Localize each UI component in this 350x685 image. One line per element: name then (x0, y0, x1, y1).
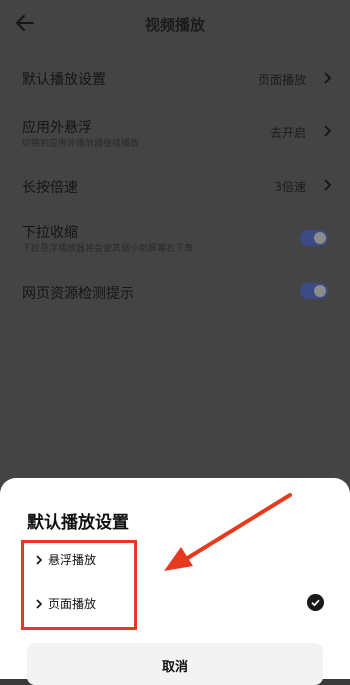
cancel-label: 取消 (161, 660, 188, 675)
page-title: 视频播放 (144, 16, 205, 34)
setting-title: 默认播放设置 (22, 72, 106, 88)
chevron-right-icon (324, 72, 332, 84)
setting-web-resource-detection: 网页资源检测提示 (0, 278, 350, 308)
setting-pull-down-shrink: 下拉收缩 下拉悬浮播放器将会使其缩小到屏幕右下角 (0, 218, 350, 258)
setting-value: 页面播放 (257, 73, 306, 87)
setting-default-playback[interactable]: 默认播放设置 页面播放 (0, 62, 350, 94)
setting-title: 网页资源检测提示 (22, 286, 134, 302)
setting-title: 长按倍速 (22, 180, 78, 196)
setting-floating-outside-app[interactable]: 应用外悬浮 切换到应用外播放器继续播放 去开启 (0, 112, 350, 152)
setting-subtitle: 切换到应用外播放器继续播放 (22, 139, 140, 149)
setting-title: 下拉收缩 (22, 225, 78, 241)
checkmark-selected-icon (307, 594, 324, 611)
setting-subtitle: 下拉悬浮播放器将会使其缩小到屏幕右下角 (22, 244, 194, 254)
setting-long-press-speed[interactable]: 长按倍速 3倍速 (0, 170, 350, 202)
setting-value: 3倍速 (274, 180, 306, 194)
web-resource-detection-toggle[interactable] (300, 283, 328, 299)
chevron-right-icon (324, 179, 332, 191)
sheet-title: 默认播放设置 (27, 513, 129, 533)
chevron-right-icon (324, 125, 332, 137)
setting-title: 应用外悬浮 (22, 120, 92, 136)
header: 视频播放 (0, 0, 350, 48)
pull-down-shrink-toggle[interactable] (300, 230, 328, 246)
setting-value: 去开启 (269, 126, 306, 140)
annotation-highlight-box (21, 540, 137, 630)
